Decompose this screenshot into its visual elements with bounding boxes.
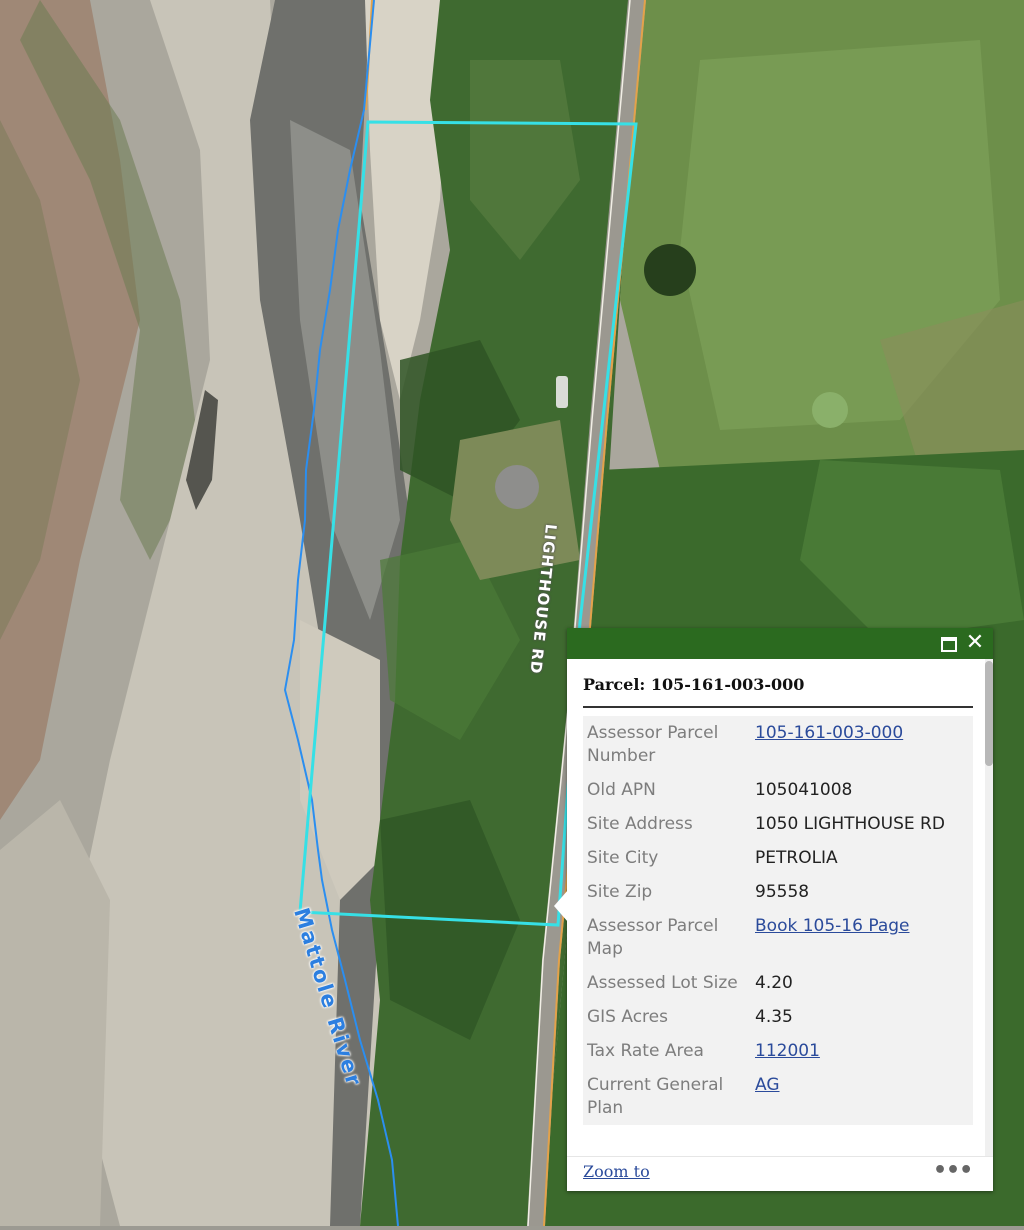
more-options-icon[interactable]: •••	[933, 1158, 973, 1183]
attribute-field-label: Assessor Parcel Number	[587, 723, 719, 766]
attribute-value-cell: Book 105-16 Page	[751, 909, 973, 966]
attribute-table: Assessor Parcel Number 105-161-003-000 Old…	[583, 716, 973, 1125]
attribute-row: Assessor Parcel Number 105-161-003-000	[583, 716, 973, 773]
popup-body: Parcel: 105-161-003-000 Assessor Parcel …	[567, 659, 985, 1156]
popup-title: Parcel: 105-161-003-000	[583, 675, 973, 708]
attribute-field-label: Old APN	[587, 780, 656, 800]
close-icon[interactable]: ✕	[964, 632, 986, 654]
attribute-field-label: Tax Rate Area	[587, 1041, 704, 1061]
attribute-field-label: Site Zip	[587, 882, 653, 902]
attribute-value-cell: 1050 LIGHTHOUSE RD	[755, 814, 945, 834]
attribute-value-link[interactable]: 112001	[755, 1041, 820, 1061]
attribute-value-link[interactable]: Book 105-16 Page	[755, 916, 910, 936]
popup-pointer	[554, 890, 568, 922]
attribute-value-cell: 4.20	[755, 973, 793, 993]
attribute-value-cell: 4.35	[755, 1007, 793, 1027]
attribute-row: Current General Plan AG	[583, 1068, 973, 1125]
attribute-field-label: Assessor Parcel Map	[587, 916, 719, 959]
attribute-row: Assessed Lot Size 4.20	[583, 966, 973, 1000]
popup-scrollbar[interactable]	[985, 659, 993, 1156]
zoom-to-link[interactable]: Zoom to	[583, 1162, 650, 1181]
attribute-field-label: GIS Acres	[587, 1007, 668, 1027]
attribute-value-cell: 105041008	[755, 780, 853, 800]
attribute-field-label: Site City	[587, 848, 659, 868]
attribute-row: Assessor Parcel Map Book 105-16 Page	[583, 909, 973, 966]
attribute-value-link[interactable]: AG	[755, 1075, 780, 1095]
attribute-row: Tax Rate Area 112001	[583, 1034, 973, 1068]
maximize-icon[interactable]	[938, 632, 960, 654]
attribute-value-cell: 105-161-003-000	[751, 716, 973, 773]
parcel-popup: ✕ Parcel: 105-161-003-000 Assessor Parce…	[554, 628, 993, 1192]
attribute-field-label: Assessed Lot Size	[587, 973, 738, 993]
scrollbar-thumb[interactable]	[985, 661, 993, 766]
attribute-row: Site Zip 95558	[583, 875, 973, 909]
attribute-row: Site City PETROLIA	[583, 841, 973, 875]
attribute-value-cell: 95558	[755, 882, 810, 902]
attribute-row: Site Address 1050 LIGHTHOUSE RD	[583, 807, 973, 841]
attribute-row: GIS Acres 4.35	[583, 1000, 973, 1034]
attribute-value-link[interactable]: 105-161-003-000	[755, 723, 903, 743]
attribute-value-cell: 112001	[751, 1034, 973, 1068]
attribute-value-cell: PETROLIA	[755, 848, 838, 868]
attribute-value-cell: AG	[751, 1068, 973, 1125]
popup-header: ✕	[567, 628, 993, 659]
popup-footer: Zoom to •••	[567, 1156, 993, 1192]
attribute-field-label: Site Address	[587, 814, 693, 834]
attribute-row: Old APN 105041008	[583, 773, 973, 807]
attribute-field-label: Current General Plan	[587, 1075, 724, 1118]
